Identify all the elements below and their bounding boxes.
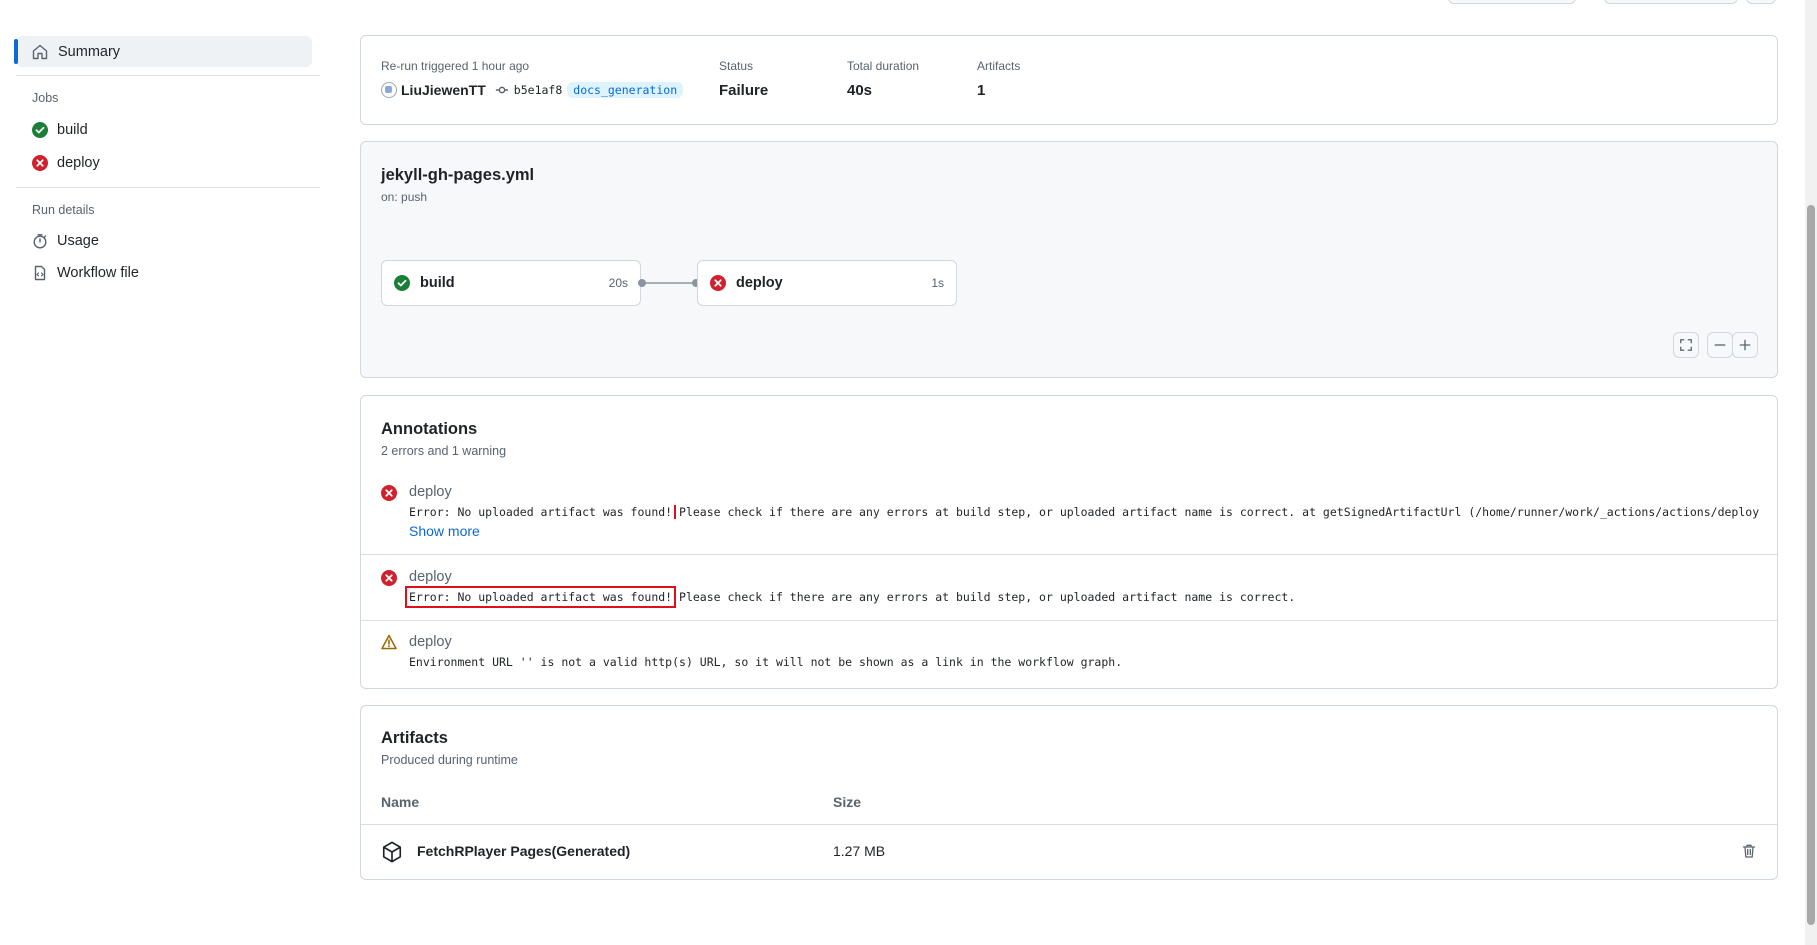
highlighted-error: Error: No uploaded artifact was found! [404, 586, 677, 608]
top-button-3[interactable] [1746, 0, 1776, 4]
x-circle-icon [710, 275, 726, 291]
sidebar-item-deploy[interactable]: deploy [16, 146, 320, 179]
artifacts-count-value: 1 [977, 82, 986, 99]
annotations-subtitle: 2 errors and 1 warning [381, 444, 507, 458]
divider [361, 554, 1777, 555]
artifacts-panel: Artifacts Produced during runtime Name S… [360, 705, 1778, 880]
column-header-size: Size [833, 794, 862, 810]
status-label: Status [719, 59, 754, 73]
annotation-message-text: Please check if there are any errors at … [672, 590, 1296, 604]
show-more-link[interactable]: Show more [409, 523, 480, 539]
sidebar-item-label: Summary [58, 43, 121, 60]
duration-value: 40s [847, 82, 873, 99]
active-indicator [14, 39, 18, 64]
artifacts-subtitle: Produced during runtime [381, 753, 518, 767]
jobs-heading: Jobs [32, 91, 59, 105]
run-info-panel: Re-run triggered 1 hour ago LiuJiewenTT … [360, 35, 1778, 125]
duration-label: Total duration [847, 59, 920, 73]
sidebar-item-build[interactable]: build [16, 113, 320, 146]
check-circle-icon [32, 121, 48, 138]
top-button-1[interactable] [1448, 0, 1576, 4]
home-icon [32, 44, 48, 60]
table-row: FetchRPlayer Pages(Generated) 1.27 MB [361, 825, 1777, 879]
job-name: build [420, 275, 455, 291]
x-circle-icon [381, 485, 397, 501]
warning-icon [381, 634, 397, 650]
sidebar-item-label: Workflow file [57, 265, 139, 281]
divider [16, 187, 320, 188]
zoom-out-button[interactable] [1707, 332, 1733, 358]
fullscreen-icon [1680, 339, 1692, 351]
trigger-text: Re-run triggered 1 hour ago [381, 59, 530, 73]
annotations-panel: Annotations 2 errors and 1 warning deplo… [360, 395, 1778, 689]
job-card-build[interactable]: build 20s [381, 260, 641, 306]
workflow-graph-panel: jekyll-gh-pages.yml on: push build 20s d… [360, 141, 1778, 378]
artifacts-count-label: Artifacts [977, 59, 1021, 73]
job-duration: 1s [931, 276, 944, 290]
stopwatch-icon [32, 233, 48, 249]
job-name: deploy [736, 275, 783, 291]
annotation-message: Error: No uploaded artifact was found! P… [404, 586, 1296, 608]
sidebar-item-usage[interactable]: Usage [16, 225, 320, 257]
avatar[interactable] [381, 82, 397, 98]
job-card-deploy[interactable]: deploy 1s [697, 260, 957, 306]
workflow-trigger: on: push [381, 190, 428, 204]
artifact-size: 1.27 MB [833, 843, 886, 859]
git-commit-icon [494, 82, 510, 98]
annotations-title: Annotations [381, 420, 478, 438]
check-circle-icon [394, 275, 410, 291]
scrollbar-track[interactable] [1805, 0, 1817, 945]
sidebar-item-summary[interactable]: Summary [14, 36, 312, 67]
sidebar-item-label: Usage [57, 233, 99, 249]
artifact-name-link[interactable]: FetchRPlayer Pages(Generated) [417, 843, 630, 859]
file-code-icon [32, 265, 48, 281]
sidebar-item-workflow-file[interactable]: Workflow file [16, 257, 320, 289]
job-duration: 20s [608, 276, 628, 290]
package-icon [381, 841, 403, 863]
annotation-job-link[interactable]: deploy [409, 634, 452, 650]
divider [16, 75, 320, 76]
sidebar-item-label: deploy [57, 154, 100, 171]
divider [361, 620, 1777, 621]
sidebar-item-label: build [57, 121, 88, 138]
status-value: Failure [719, 82, 769, 99]
actor-link[interactable]: LiuJiewenTT [401, 82, 486, 98]
x-circle-icon [381, 570, 397, 586]
run-details-heading: Run details [32, 203, 95, 217]
workflow-file-name[interactable]: jekyll-gh-pages.yml [381, 166, 534, 185]
artifacts-title: Artifacts [381, 729, 448, 747]
trash-icon[interactable] [1741, 843, 1757, 859]
commit-row: LiuJiewenTT b5e1af8 docs_generation [381, 82, 684, 98]
scrollbar-thumb[interactable] [1807, 205, 1815, 925]
annotation-job-link[interactable]: deploy [409, 569, 452, 585]
annotation-message: Environment URL '' is not a valid http(s… [409, 655, 1123, 669]
top-button-2[interactable] [1604, 0, 1738, 4]
column-header-name: Name [381, 794, 420, 810]
x-circle-icon [32, 154, 48, 171]
zoom-in-button[interactable] [1732, 332, 1758, 358]
commit-sha[interactable]: b5e1af8 [514, 83, 562, 97]
annotation-job-link[interactable]: deploy [409, 484, 452, 500]
fullscreen-button[interactable] [1673, 332, 1699, 358]
branch-badge[interactable]: docs_generation [567, 82, 684, 98]
plus-icon [1739, 339, 1751, 351]
sidebar: Summary Jobs build deploy Run details Us… [14, 36, 320, 289]
job-connector [638, 279, 700, 287]
annotation-message: Error: No uploaded artifact was found! P… [409, 505, 1759, 519]
annotation-message-text: Please check if there are any errors at … [672, 505, 1759, 519]
minus-icon [1714, 344, 1726, 346]
highlighted-error: Error: No uploaded artifact was found! [409, 505, 677, 519]
